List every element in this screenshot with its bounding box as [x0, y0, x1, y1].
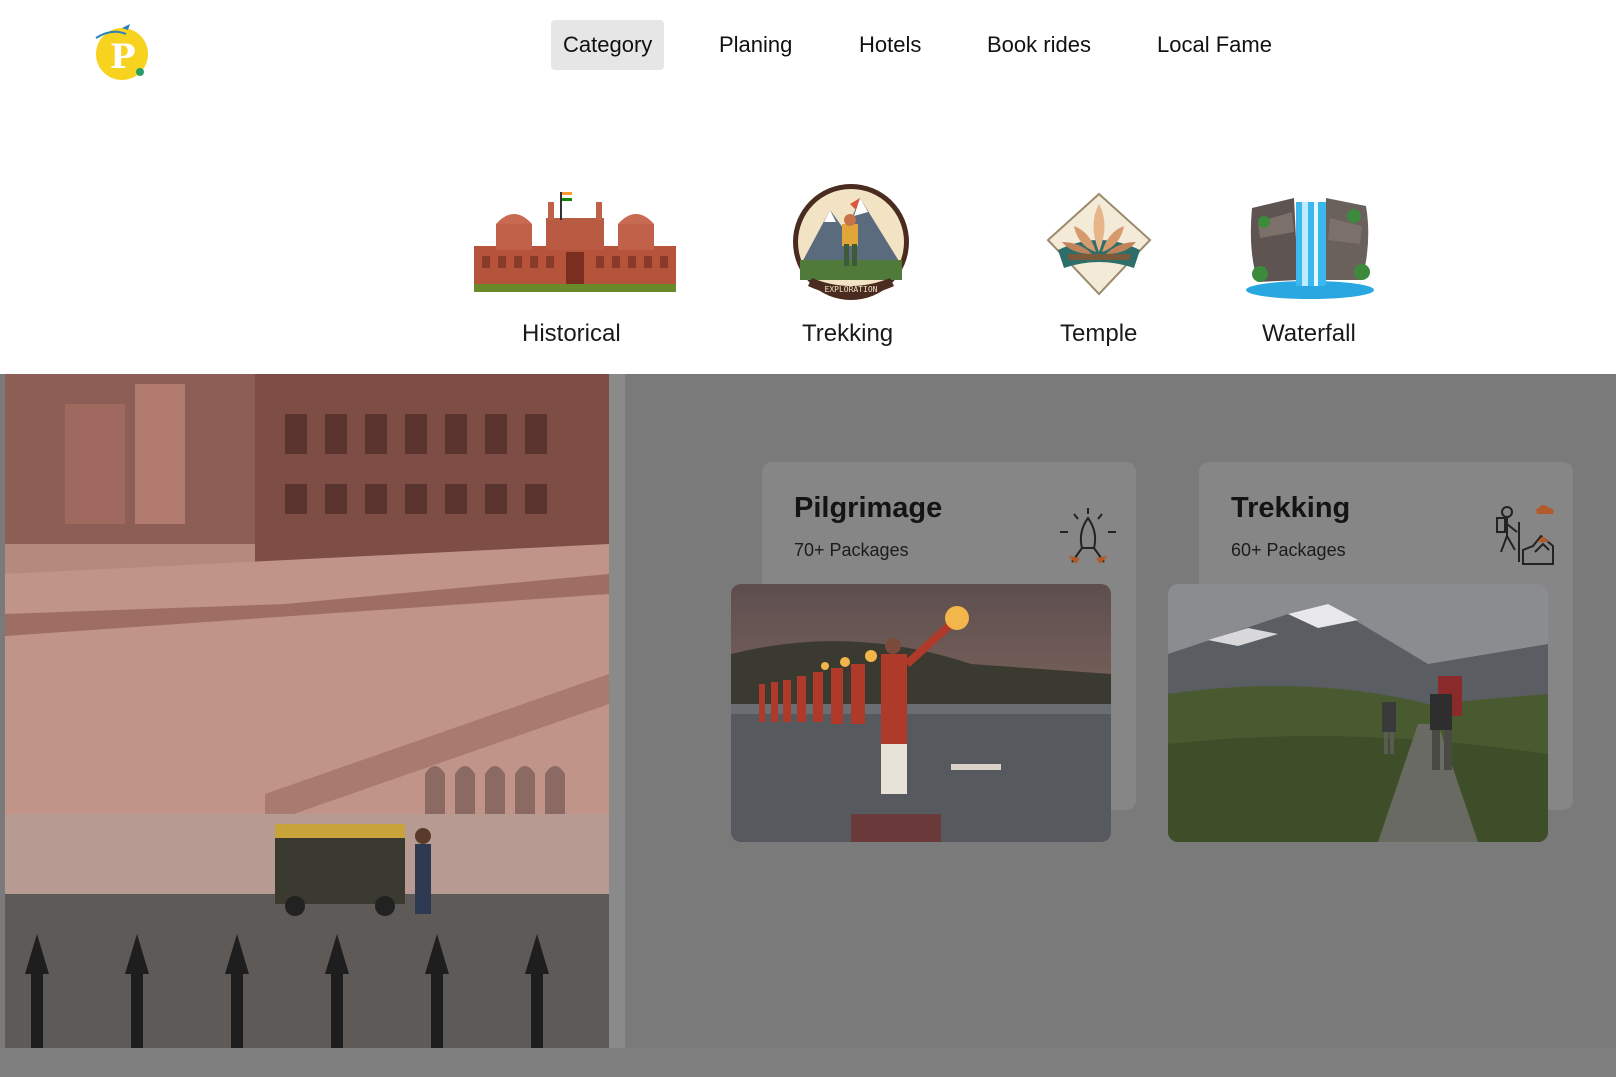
card-subtitle: 60+ Packages: [1231, 540, 1346, 560]
exploration-badge-icon: EXPLORATION: [790, 182, 912, 306]
nav-planing[interactable]: Planing: [707, 20, 804, 70]
category-label: Historical: [522, 320, 621, 347]
nav-hotels[interactable]: Hotels: [847, 20, 933, 70]
card-title: Trekking: [1231, 492, 1351, 524]
category-label: Waterfall: [1262, 320, 1356, 347]
category-label: Trekking: [802, 320, 894, 347]
category-label: Temple: [1060, 320, 1138, 347]
nav-book-rides[interactable]: Book rides: [975, 20, 1103, 70]
mountain-trek-photo: [1168, 584, 1548, 842]
card-title: Pilgrimage: [794, 492, 943, 524]
red-fort-icon: [474, 188, 676, 292]
nav-local-fame[interactable]: Local Fame: [1145, 20, 1284, 70]
logo-letter: P: [110, 37, 136, 77]
card-subtitle: 70+ Packages: [794, 540, 909, 560]
aarti-lamp-icon: [1056, 502, 1120, 568]
nav-category[interactable]: Category: [551, 20, 665, 70]
lotus-temple-icon: [1044, 190, 1154, 298]
badge-text: EXPLORATION: [825, 285, 878, 294]
logo[interactable]: P: [92, 20, 156, 84]
ganga-aarti-photo: [731, 584, 1111, 842]
rajasthan-palace-photo: [5, 374, 609, 1048]
header: P Category Planing Hotels Book rides Loc…: [0, 0, 1616, 374]
waterfall-icon: [1244, 192, 1376, 300]
hiker-icon: [1493, 502, 1557, 568]
footer-strip: [0, 1048, 1616, 1077]
divider: [609, 374, 625, 1048]
